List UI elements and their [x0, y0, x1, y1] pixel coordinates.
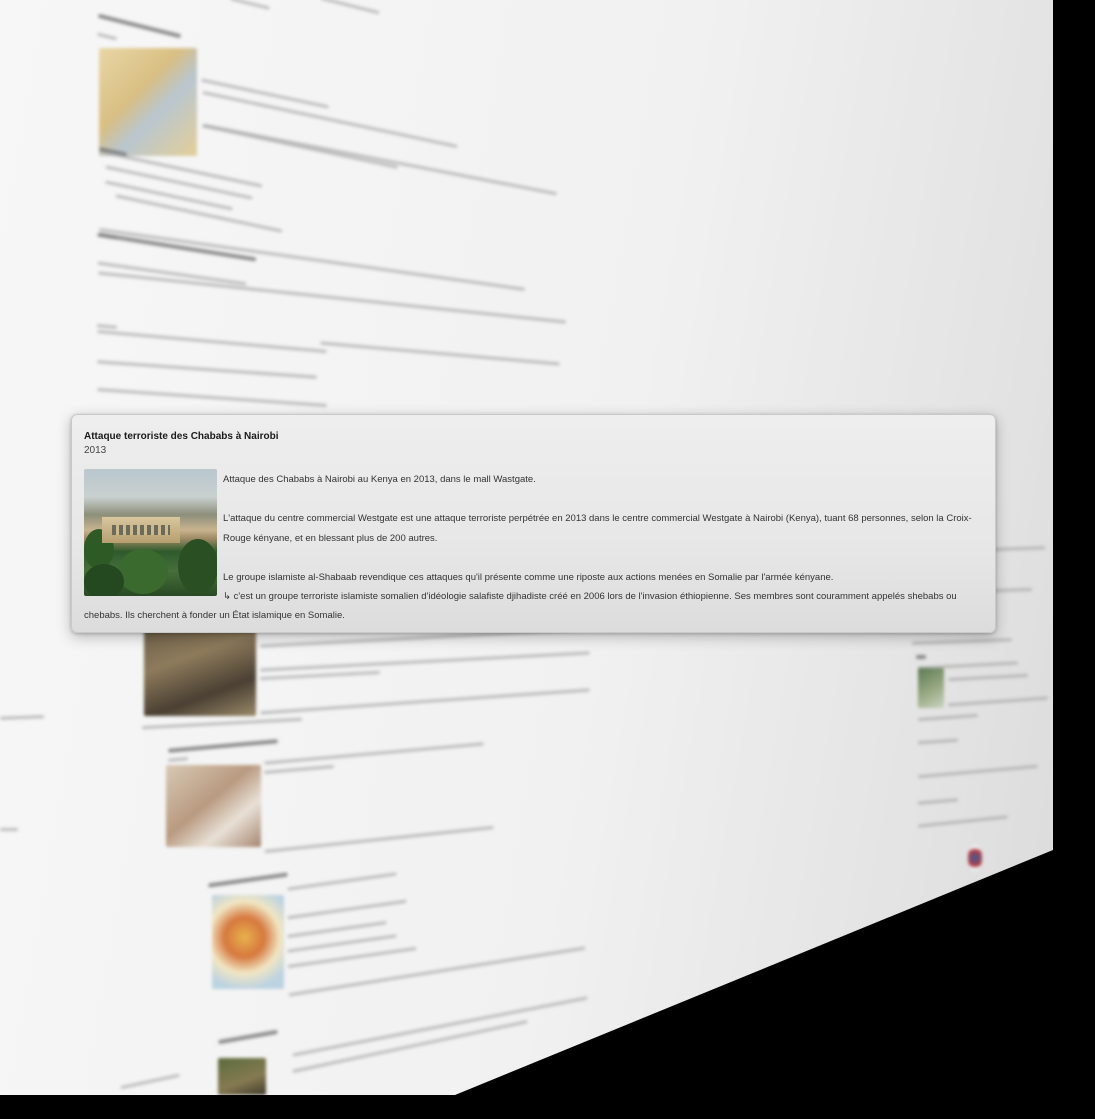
- event-paragraph-group: ↳ c'est un groupe terroriste islamiste s…: [223, 591, 957, 602]
- outside-area: [1053, 0, 1095, 1095]
- event-paragraph-group-end: chebabs. Ils cherchent à fonder un État …: [84, 610, 345, 621]
- room-thumbnail: [166, 765, 261, 847]
- event-year: 2013: [84, 445, 107, 456]
- map-thumbnail: [99, 48, 197, 156]
- africa-map-thumbnail: [212, 895, 284, 989]
- event-paragraph-westgate: L'attaque du centre commercial Westgate …: [223, 513, 972, 544]
- people-thumbnail: [144, 628, 256, 716]
- mall-windows: [112, 525, 170, 535]
- event-title: Attaque terroriste des Chababs à Nairobi: [84, 431, 279, 442]
- event-detail-popup[interactable]: Attaque terroriste des Chababs à Nairobi…: [71, 414, 996, 633]
- event-paragraph-claim: Le groupe islamiste al-Shabaab revendiqu…: [223, 571, 834, 583]
- event-summary: Attaque des Chababs à Nairobi au Kenya e…: [223, 474, 536, 485]
- event-description: Attaque des Chababs à Nairobi au Kenya e…: [84, 470, 983, 621]
- small-thumbnail: [918, 668, 944, 708]
- seal-thumbnail: [968, 844, 982, 872]
- soldier-thumbnail: [218, 1058, 266, 1095]
- event-image[interactable]: [84, 469, 217, 596]
